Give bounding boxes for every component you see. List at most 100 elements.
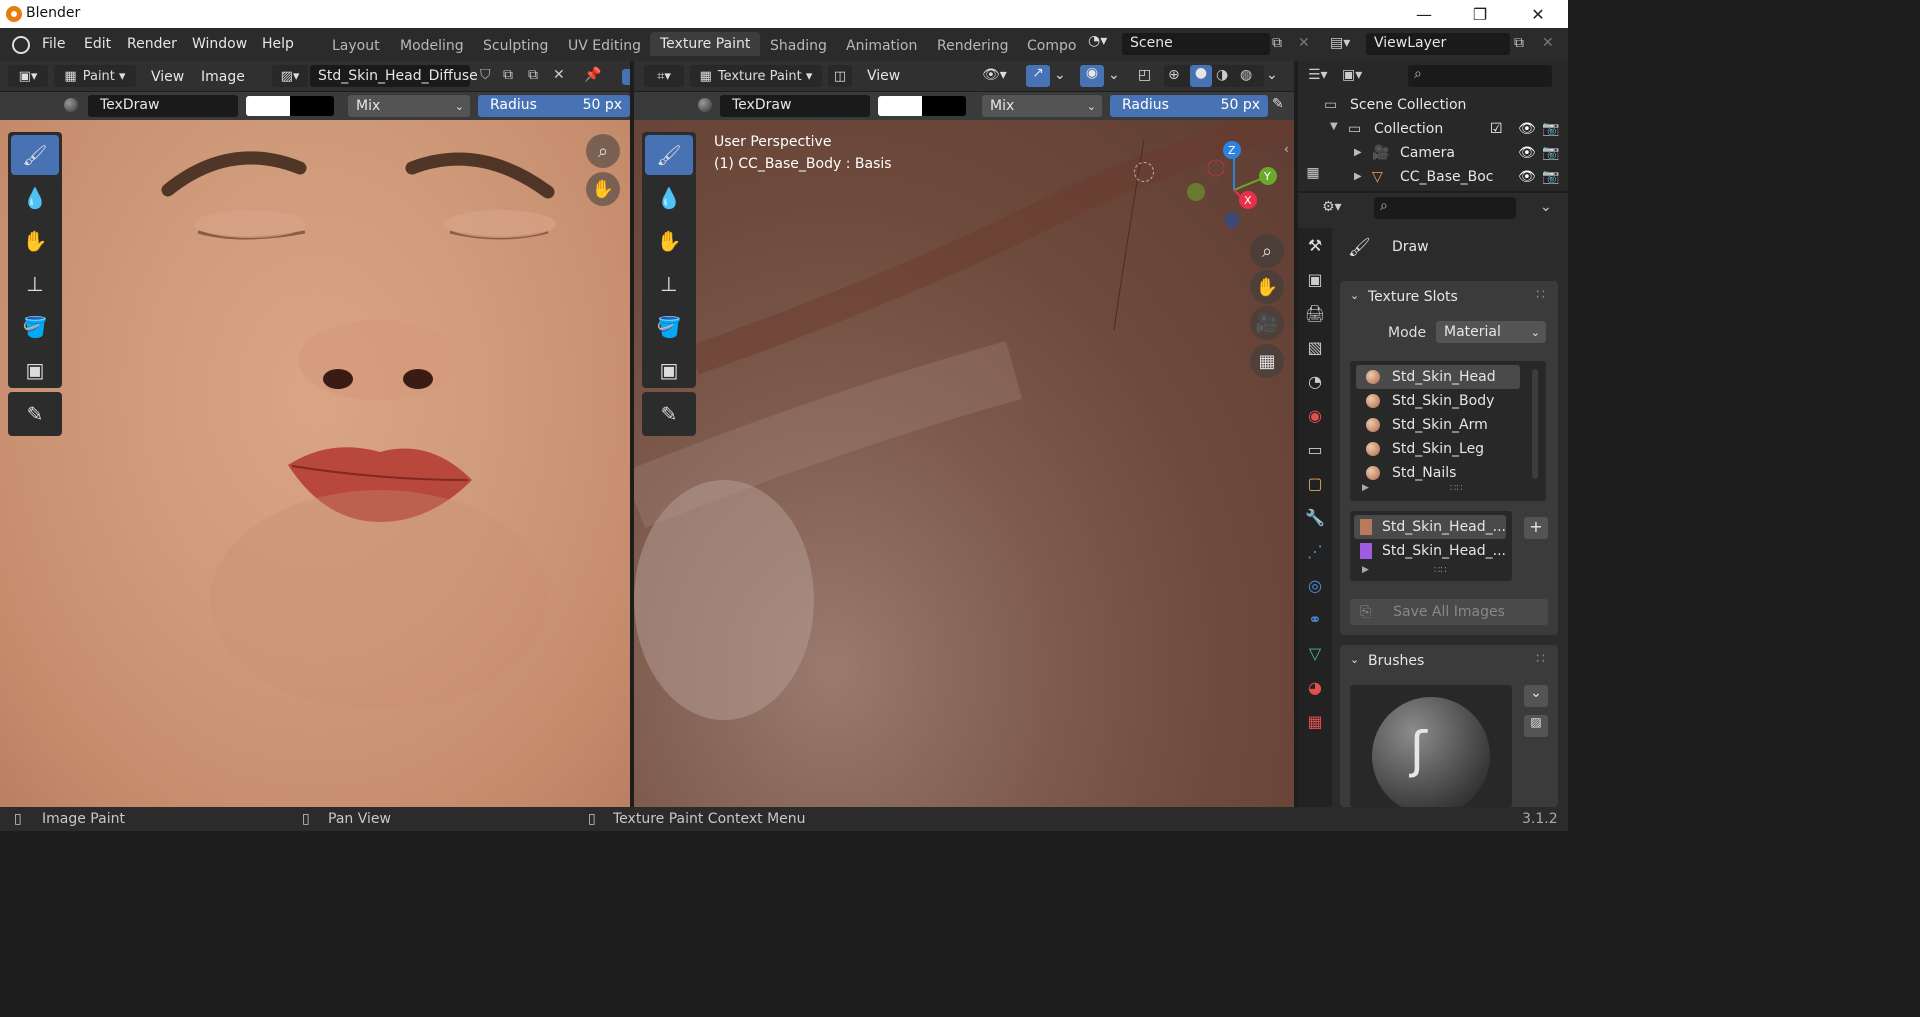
xray-toggle-icon[interactable]: ◰ [1138, 67, 1151, 83]
gizmo-dropdown-icon[interactable]: ⌄ [1054, 67, 1066, 83]
brushes-drag-handle-icon[interactable]: ∷ [1536, 651, 1545, 667]
tab-compositing[interactable]: Compo [1027, 38, 1076, 54]
tab-modeling[interactable]: Modeling [400, 38, 464, 54]
panel-drag-handle-icon[interactable]: ∷ [1536, 287, 1545, 303]
clone-tool-icon[interactable]: ⊥ [11, 264, 59, 304]
list-item[interactable]: Std_Skin_Head [1356, 365, 1520, 389]
menu-render[interactable]: Render [127, 36, 177, 52]
view-layer-field[interactable]: ViewLayer [1366, 33, 1510, 55]
outliner-scene-collection[interactable]: Scene Collection [1350, 97, 1466, 113]
wireframe-shading-icon[interactable]: ⊕ [1168, 67, 1180, 83]
fake-user-shield-icon[interactable]: ⛉ [480, 67, 491, 83]
add-texture-slot-button[interactable]: + [1524, 517, 1548, 539]
tab-rendering[interactable]: Rendering [937, 38, 1009, 54]
list-item[interactable]: Std_Skin_Leg [1356, 437, 1520, 461]
physics-tab-icon[interactable]: ◎ [1298, 568, 1332, 602]
object-tab-icon[interactable]: ▢ [1298, 466, 1332, 500]
constraints-tab-icon[interactable]: ⚭ [1298, 602, 1332, 636]
collection-visibility-eye-icon[interactable]: 👁 [1518, 121, 1536, 137]
scene-name-field[interactable]: Scene [1122, 33, 1270, 55]
list-item[interactable]: Std_Nails [1356, 461, 1520, 485]
vp-fill-tool-icon[interactable]: 🪣 [645, 307, 693, 347]
camera-expand-icon[interactable]: ▶ [1354, 147, 1362, 158]
particles-tab-icon[interactable]: ⋰ [1298, 534, 1332, 568]
delete-scene-icon[interactable]: ✕ [1298, 35, 1310, 51]
vp-pan-icon[interactable]: ✋ [1250, 270, 1284, 304]
tab-texture-paint[interactable]: Texture Paint [650, 32, 761, 56]
navigation-gizmo[interactable]: Z Y X [1174, 134, 1284, 234]
save-all-images-button[interactable]: ⎘ Save All Images [1350, 599, 1548, 625]
restore-button[interactable]: ❐ [1452, 0, 1508, 28]
mask-tool-icon[interactable]: ▣ [11, 350, 59, 390]
brush-browse-dropdown[interactable]: ⌄ [1524, 685, 1548, 707]
unlink-image-icon[interactable]: ✕ [553, 67, 565, 83]
collection-tab-icon[interactable]: ▭ [1298, 432, 1332, 466]
vp-smear-tool-icon[interactable]: ✋ [645, 221, 693, 261]
tool-tab-icon[interactable]: ⚒ [1298, 228, 1332, 262]
list-item[interactable]: Std_Skin_Head_... [1354, 539, 1506, 563]
paint-mask-toggle-icon[interactable]: ◫ [828, 65, 852, 87]
list-scrollbar[interactable] [1532, 369, 1538, 479]
vp-soften-tool-icon[interactable]: 💧 [645, 178, 693, 218]
gizmo-neg-z-icon[interactable] [1224, 212, 1240, 228]
delete-view-layer-icon[interactable]: ✕ [1542, 35, 1554, 51]
mesh-visibility-eye-icon[interactable]: 👁 [1518, 169, 1536, 185]
brush-preview-icon[interactable] [64, 98, 78, 112]
rendered-shading-icon[interactable]: ◍ [1240, 67, 1252, 83]
texture-slots-title[interactable]: Texture Slots [1368, 289, 1458, 305]
list-item[interactable]: Std_Skin_Arm [1356, 413, 1520, 437]
tab-animation[interactable]: Animation [846, 38, 917, 54]
menu-help[interactable]: Help [262, 36, 294, 52]
properties-search-input[interactable]: ⌕ [1374, 197, 1516, 219]
pan-view-icon[interactable]: ✋ [586, 172, 620, 206]
vp-draw-tool-icon[interactable]: 🖌 [645, 135, 693, 175]
draw-tool-icon[interactable]: 🖌 [11, 135, 59, 175]
ortho-toggle-icon[interactable]: ▦ [1250, 344, 1284, 378]
vp-radius-slider[interactable]: Radius 50 px [1110, 95, 1268, 117]
vp-primary-color-swatch[interactable] [878, 96, 922, 116]
image-view-menu[interactable]: View [151, 69, 184, 85]
material-shading-icon[interactable]: ◑ [1216, 67, 1228, 83]
view-layer-icon[interactable]: ▤▾ [1330, 35, 1350, 51]
viewport-view-menu[interactable]: View [867, 68, 900, 84]
brushes-title[interactable]: Brushes [1368, 653, 1424, 669]
image-paint-mode-dropdown[interactable]: ▦ Paint ▾ [54, 65, 136, 87]
view-layer-tab-icon[interactable]: ▧ [1298, 330, 1332, 364]
pin-icon[interactable]: 📌 [584, 67, 601, 83]
tab-uv-editing[interactable]: UV Editing [568, 38, 641, 54]
vp-annotate-tool-icon[interactable]: ✎ [645, 394, 693, 434]
minimize-button[interactable]: — [1396, 0, 1452, 28]
smear-tool-icon[interactable]: ✋ [11, 221, 59, 261]
overlays-dropdown-icon[interactable]: ⌄ [1108, 67, 1120, 83]
vp-blend-mode-dropdown[interactable]: Mix ⌄ [982, 95, 1102, 117]
overlays-toggle-icon[interactable]: ◉ [1080, 65, 1104, 87]
primary-color-swatch[interactable] [246, 96, 290, 116]
tab-sculpting[interactable]: Sculpting [483, 38, 548, 54]
vp-zoom-icon[interactable]: ⌕ [1250, 234, 1284, 268]
outliner-item-camera[interactable]: Camera [1400, 145, 1455, 161]
zoom-view-icon[interactable]: ⌕ [586, 134, 620, 168]
output-tab-icon[interactable]: 🖨 [1298, 296, 1332, 330]
image-image-menu[interactable]: Image [201, 69, 245, 85]
fill-tool-icon[interactable]: 🪣 [11, 307, 59, 347]
shading-dropdown-icon[interactable]: ⌄ [1266, 67, 1278, 83]
brush-name-field[interactable]: TexDraw [88, 95, 238, 117]
data-tab-icon[interactable]: ▽ [1298, 636, 1332, 670]
collection-render-camera-icon[interactable]: 📷 [1542, 121, 1559, 137]
brushes-collapse-icon[interactable]: ⌄ [1350, 653, 1359, 666]
open-image-icon[interactable]: ⧉ [528, 67, 538, 83]
texture-mode-dropdown[interactable]: Material ⌄ [1436, 321, 1546, 343]
outliner-display-mode-icon[interactable]: ▣▾ [1342, 67, 1362, 83]
tab-layout[interactable]: Layout [332, 38, 380, 54]
texture-tab-icon[interactable]: ▦ [1298, 704, 1332, 738]
list-expand-icon[interactable]: ▶ [1362, 483, 1369, 493]
properties-options-icon[interactable]: ⌄ [1540, 199, 1552, 215]
image-list-resize-handle[interactable]: ∷∷ [1434, 565, 1447, 576]
list-item[interactable]: Std_Skin_Body [1356, 389, 1520, 413]
material-tab-icon[interactable]: ◕ [1298, 670, 1332, 704]
sidebar-toggle-icon[interactable]: ‹ [1284, 142, 1289, 156]
vp-brush-name-field[interactable]: TexDraw [720, 95, 870, 117]
collection-checkbox[interactable]: ☑ [1490, 121, 1503, 137]
visibility-eye-icon[interactable]: 👁▾ [982, 67, 1007, 83]
properties-editor-type-icon[interactable]: ⚙▾ [1322, 199, 1342, 215]
